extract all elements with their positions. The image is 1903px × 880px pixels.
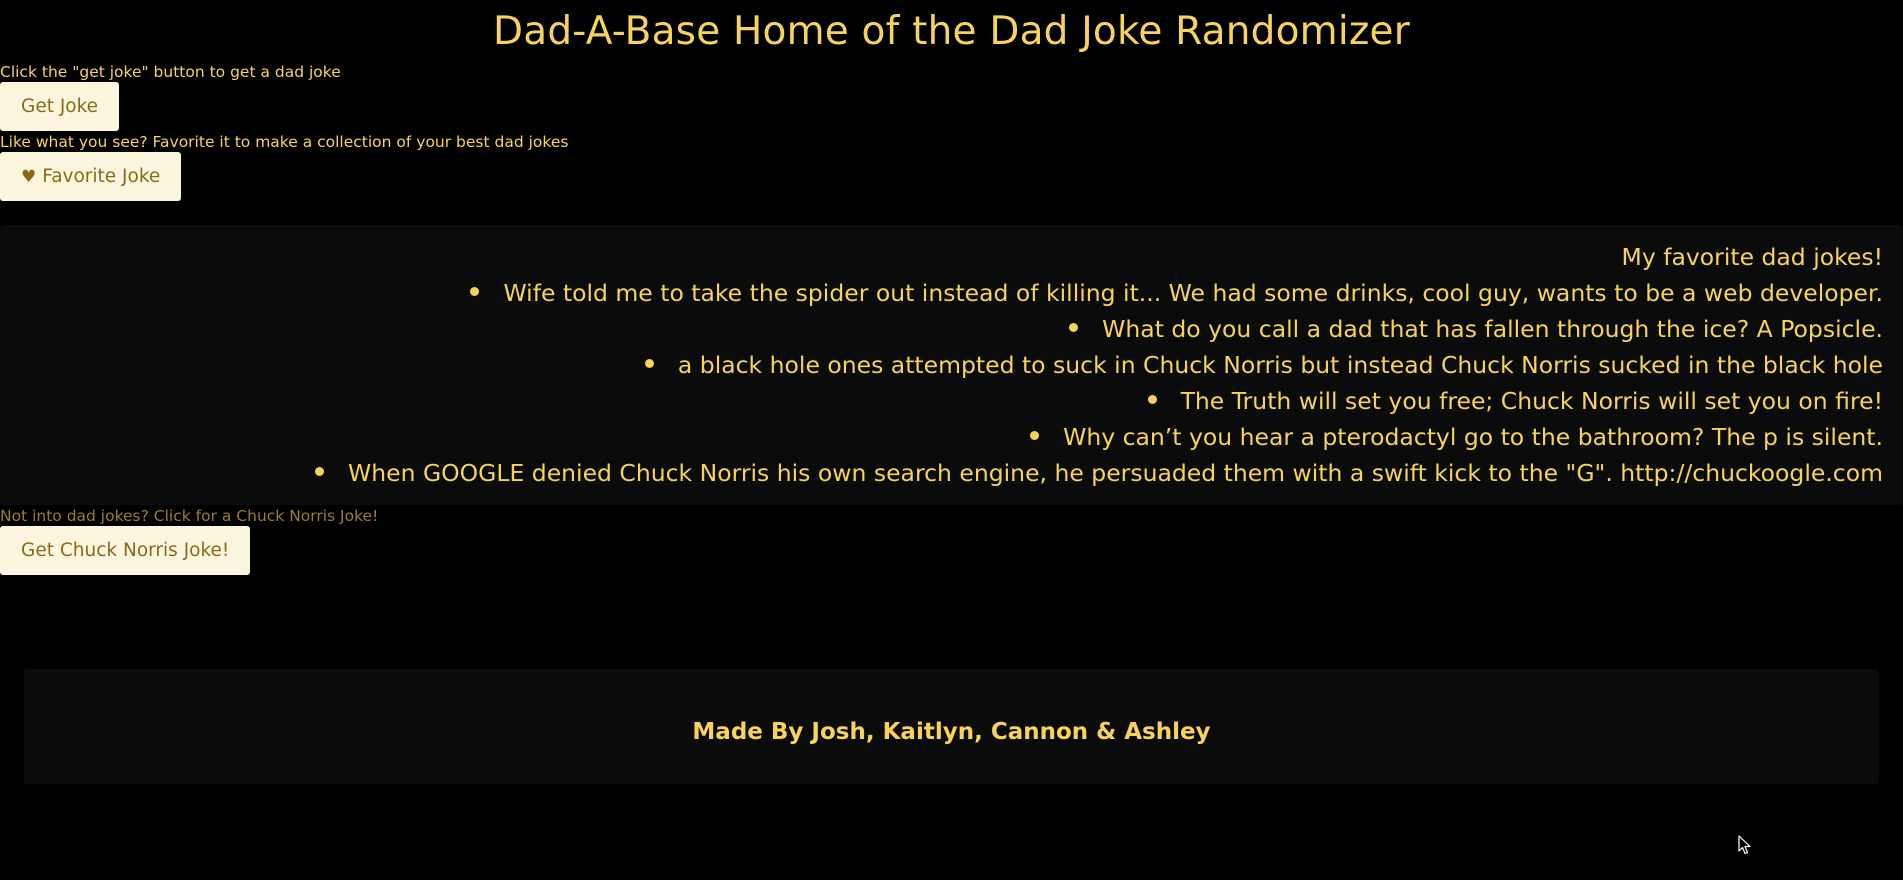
favorite-joke-item: Wife told me to take the spider out inst…: [0, 275, 1883, 311]
favorite-joke-text: a black hole ones attempted to suck in C…: [677, 351, 1883, 379]
bullet-icon: [1147, 395, 1157, 404]
get-joke-button[interactable]: Get Joke: [0, 82, 120, 131]
chuck-norris-instruction: Not into dad jokes? Click for a Chuck No…: [0, 507, 379, 525]
page: Dad-A-Base Home of the Dad Joke Randomiz…: [0, 0, 1903, 880]
footer-credits: Made By Josh, Kaitlyn, Cannon & Ashley: [692, 718, 1211, 745]
get-chuck-norris-joke-button[interactable]: Get Chuck Norris Joke!: [0, 526, 251, 575]
bullet-icon: [1069, 323, 1079, 332]
get-joke-button-label: Get Joke: [21, 96, 99, 117]
favorite-joke-item: When GOOGLE denied Chuck Norris his own …: [0, 455, 1883, 491]
favorites-panel: My favorite dad jokes! Wife told me to t…: [0, 225, 1903, 505]
favorite-joke-text: Wife told me to take the spider out inst…: [503, 279, 1883, 307]
bullet-icon: [470, 287, 480, 296]
page-title: Dad-A-Base Home of the Dad Joke Randomiz…: [493, 9, 1410, 54]
get-chuck-norris-joke-button-label: Get Chuck Norris Joke!: [21, 540, 230, 561]
favorite-joke-text: The Truth will set you free; Chuck Norri…: [1180, 387, 1883, 415]
favorite-joke-item: The Truth will set you free; Chuck Norri…: [0, 383, 1883, 419]
footer: Made By Josh, Kaitlyn, Cannon & Ashley: [24, 669, 1879, 784]
favorite-joke-button[interactable]: ♥ Favorite Joke: [0, 152, 182, 201]
favorite-instruction: Like what you see? Favorite it to make a…: [0, 133, 569, 151]
bullet-icon: [315, 467, 325, 476]
bullet-icon: [1030, 431, 1040, 440]
mouse-cursor-icon: [1738, 835, 1751, 855]
favorite-joke-item: What do you call a dad that has fallen t…: [0, 311, 1883, 347]
favorite-joke-item: a black hole ones attempted to suck in C…: [0, 347, 1883, 383]
favorite-joke-button-label: Favorite Joke: [42, 166, 161, 187]
favorites-list: Wife told me to take the spider out inst…: [0, 275, 1883, 491]
favorite-joke-text: When GOOGLE denied Chuck Norris his own …: [348, 459, 1883, 487]
favorite-joke-text: What do you call a dad that has fallen t…: [1102, 315, 1883, 343]
favorite-joke-text: Why can’t you hear a pterodactyl go to t…: [1063, 423, 1883, 451]
favorite-joke-item: Why can’t you hear a pterodactyl go to t…: [0, 419, 1883, 455]
favorites-title: My favorite dad jokes!: [1621, 243, 1883, 271]
bullet-icon: [644, 359, 654, 368]
get-joke-instruction: Click the "get joke" button to get a dad…: [0, 63, 341, 81]
heart-icon: ♥: [21, 166, 37, 187]
